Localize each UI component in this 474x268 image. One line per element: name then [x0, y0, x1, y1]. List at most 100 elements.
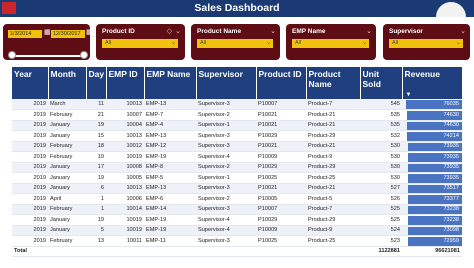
table-cell: 13 [86, 235, 106, 247]
end-date-input[interactable]: 12/30/2017 [51, 30, 85, 38]
slicer-label: Supervisor [389, 28, 423, 35]
table-cell: EMP-19 [144, 214, 196, 226]
table-cell: 18 [86, 141, 106, 152]
column-header[interactable]: Product Name [306, 67, 361, 99]
table-cell: Supervisor-4 [196, 214, 256, 226]
column-header[interactable]: Year [12, 67, 49, 99]
table-cell: Supervisor-3 [196, 99, 256, 110]
table-cell: 526 [360, 193, 402, 205]
table-cell: Product-29 [306, 162, 360, 173]
column-header[interactable]: EMP Name [144, 67, 197, 99]
table-cell: 535 [360, 109, 402, 121]
chevron-down-icon[interactable]: ⌄ [460, 27, 466, 35]
revenue-value: 73377 [443, 195, 459, 202]
revenue-value: 74630 [443, 122, 459, 128]
table-cell: 2019 [12, 193, 48, 205]
table-cell: 530 [360, 141, 402, 152]
table-row[interactable]: 2019 April 1 10006 EMP-6 Supervisor-2 P10005 Pr… [12, 193, 462, 205]
column-header[interactable]: EMP ID [106, 67, 145, 99]
table-row[interactable]: 2019 January 19 10004 EMP-4 Supervisor-1 P1002… [12, 120, 462, 131]
dropdown-value: All [295, 40, 302, 46]
table-cell: 525 [360, 204, 402, 215]
calendar-icon[interactable]: ▦ [86, 28, 93, 36]
table-row[interactable]: 2019 January 5 10019 EMP-19 Supervisor-4 P1000… [12, 225, 462, 236]
table-row[interactable]: 2019 February 19 10019 EMP-19 Supervisor-4 P10… [12, 151, 462, 163]
total-cell: Total [12, 245, 48, 257]
date-slider-end-handle[interactable] [80, 51, 88, 59]
table-cell: 5 [86, 225, 106, 236]
table-cell: P10021 [256, 141, 306, 152]
chevron-down-icon[interactable]: ⌄ [270, 27, 276, 35]
table-cell: March [48, 99, 86, 110]
total-row: Total 1122881 96621081 [12, 245, 462, 257]
table-cell: EMP-7 [144, 109, 196, 121]
table-cell: 2019 [12, 225, 48, 236]
slicer-dropdown[interactable]: All ⌄ [197, 39, 273, 48]
table-cell: P10021 [256, 120, 306, 131]
table-row[interactable]: 2019 January 6 10013 EMP-13 Supervisor-3 P1002… [12, 183, 462, 194]
table-row[interactable]: 2019 February 18 10012 EMP-12 Supervisor-3 P10… [12, 141, 462, 152]
table-cell: Supervisor-3 [196, 204, 256, 215]
table-cell: 2019 [12, 151, 48, 163]
table-cell: 19 [86, 214, 106, 226]
total-cell [86, 245, 106, 257]
revenue-value: 76035 [443, 100, 459, 107]
eraser-icon[interactable]: ◇ [167, 27, 172, 35]
slicer-dropdown[interactable]: All ⌄ [389, 39, 463, 48]
product-name-slicer[interactable]: Product Name ⌄ All ⌄ [191, 24, 280, 60]
table-cell: 10011 [106, 235, 144, 247]
slicer-dropdown[interactable]: All ⌄ [292, 39, 369, 48]
column-header[interactable]: Product ID [256, 67, 307, 99]
emp-name-slicer[interactable]: EMP Name ⌄ All ⌄ [286, 24, 376, 60]
chevron-down-icon[interactable]: ⌄ [366, 27, 372, 35]
table-row[interactable]: 2019 January 19 10005 EMP-5 Supervisor-1 P1002… [12, 172, 462, 184]
date-slider-track[interactable] [12, 55, 84, 57]
table-cell: 532 [360, 130, 402, 142]
table-cell: 2019 [12, 162, 48, 173]
slicer-label: Product Name [197, 28, 242, 35]
supervisor-slicer[interactable]: Supervisor ⌄ All ⌄ [383, 24, 470, 60]
calendar-icon[interactable]: ▦ [44, 28, 51, 36]
table-row[interactable]: 2019 March 11 10013 EMP-13 Supervisor-3 P10007… [12, 99, 462, 110]
sales-table[interactable]: Year Month Day EMP ID EMP Name Supervisor Prod… [12, 67, 462, 265]
table-cell: 10013 [106, 130, 144, 142]
sort-descending-icon[interactable]: ▼ [406, 92, 412, 98]
table-cell: 73238 [402, 204, 462, 215]
column-header[interactable]: Month [48, 67, 87, 99]
table-row[interactable]: 2019 January 17 10008 EMP-8 Supervisor-2 P1002… [12, 162, 462, 173]
slicer-dropdown[interactable]: All ⌄ [102, 39, 178, 48]
product-id-slicer[interactable]: Product ID ◇ ⌄ All ⌄ [96, 24, 185, 60]
table-cell: Product-7 [306, 204, 360, 215]
table-cell: 524 [360, 225, 402, 236]
column-header[interactable]: Day [86, 67, 107, 99]
table-cell: P10009 [256, 225, 306, 236]
date-range-slicer[interactable]: 1/3/2014 ▦ 12/30/2017 ▦ [3, 24, 93, 60]
column-header[interactable]: Supervisor [196, 67, 257, 99]
column-header[interactable]: Unit Sold [360, 67, 403, 99]
start-date-input[interactable]: 1/3/2014 [8, 30, 42, 38]
chevron-down-icon[interactable]: ⌄ [175, 27, 181, 35]
table-row[interactable]: 2019 January 15 10013 EMP-13 Supervisor-3 P100… [12, 130, 462, 142]
table-cell: 530 [360, 162, 402, 173]
table-row[interactable]: 2019 February 1 10014 EMP-14 Supervisor-3 P100… [12, 204, 462, 215]
table-cell: EMP-19 [144, 151, 196, 163]
table-cell: EMP-19 [144, 225, 196, 236]
table-cell: 523 [360, 235, 402, 247]
table-row[interactable]: 2019 February 13 10011 EMP-11 Supervisor-3 P10… [12, 235, 462, 247]
table-cell: P10029 [256, 214, 306, 226]
column-header[interactable]: Revenue ▼ [402, 67, 462, 99]
table-cell: Product-9 [306, 151, 360, 163]
table-cell: 10019 [106, 214, 144, 226]
table-cell: February [48, 109, 86, 121]
table-cell: P10005 [256, 193, 306, 205]
table-cell: Product-21 [306, 120, 360, 131]
table-cell: 19 [86, 120, 106, 131]
title-bar: Sales Dashboard [0, 0, 474, 17]
table-row[interactable]: 2019 February 21 10007 EMP-7 Supervisor-2 P100… [12, 109, 462, 121]
table-cell: P10025 [256, 172, 306, 184]
revenue-value: 74214 [443, 132, 459, 139]
table-row[interactable]: 2019 January 19 10019 EMP-19 Supervisor-4 P100… [12, 214, 462, 226]
table-cell: P10029 [256, 162, 306, 173]
total-cell: 96621081 [402, 245, 462, 257]
date-slider-start-handle[interactable] [8, 51, 16, 59]
